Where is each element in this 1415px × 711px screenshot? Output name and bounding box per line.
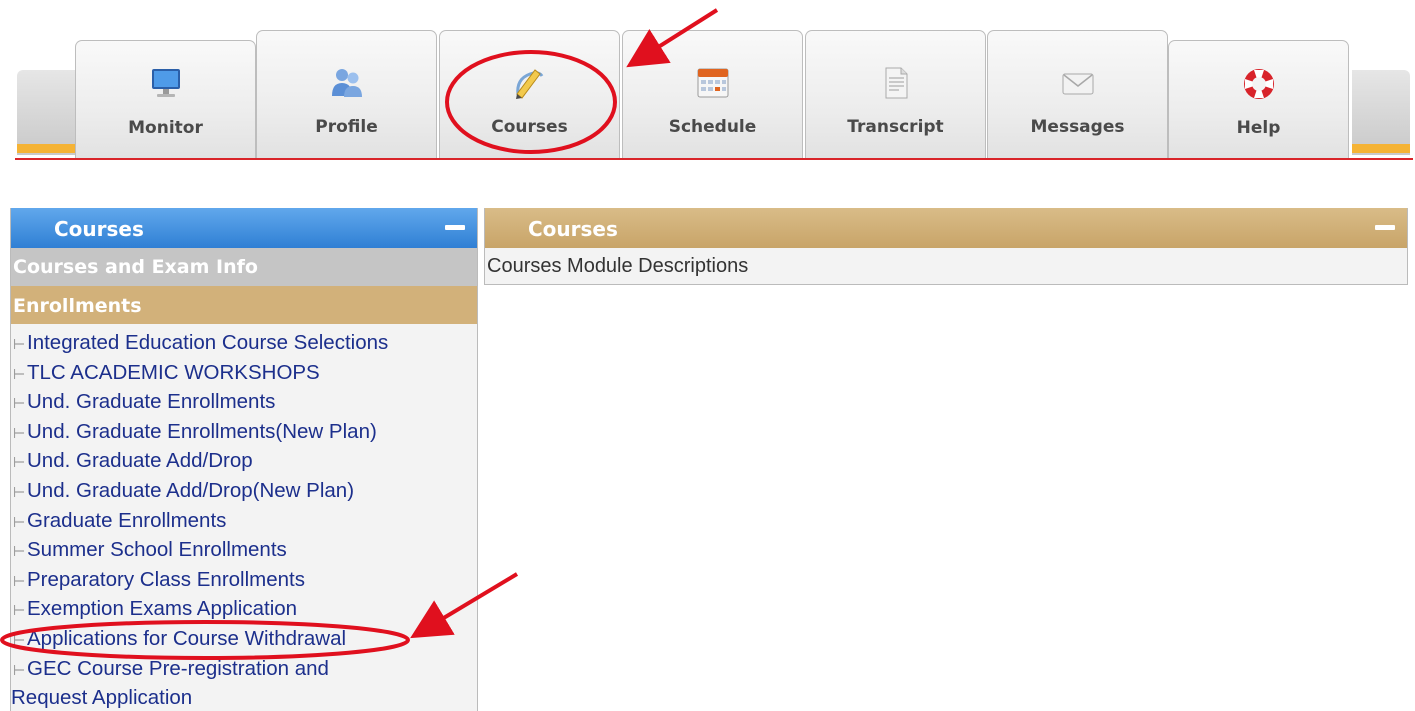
sidebar-title: Courses (54, 217, 144, 241)
tab-help[interactable]: Help (1168, 40, 1349, 158)
courses-sidebar: Courses Courses and Exam Info Enrollment… (10, 208, 478, 711)
tree-branch-icon: ⊢ (13, 631, 26, 648)
tree-branch-icon: ⊢ (13, 483, 26, 500)
courses-module-descriptions-link[interactable]: Courses Module Descriptions (485, 248, 1407, 284)
tab-schedule-label: Schedule (668, 117, 757, 137)
tree-branch-icon: ⊢ (13, 602, 26, 619)
tree-branch-icon: ⊢ (13, 365, 26, 382)
collapse-icon[interactable] (1375, 225, 1395, 230)
envelope-icon (1062, 73, 1093, 95)
list-item[interactable]: ⊢Integrated Education Course Selections (13, 328, 477, 358)
pencil-protractor-icon (515, 69, 543, 99)
list-item[interactable]: ⊢Und. Graduate Add/Drop(New Plan) (13, 476, 477, 506)
tab-profile-label: Profile (315, 117, 378, 137)
users-icon (331, 69, 362, 97)
list-item[interactable]: ⊢Und. Graduate Add/Drop (13, 446, 477, 476)
main-tab-bar: Monitor Profile Courses Schedule Transcr… (0, 0, 1415, 170)
content-title: Courses (528, 217, 618, 241)
tab-messages[interactable]: Messages (987, 30, 1168, 158)
tab-monitor-label: Monitor (128, 118, 203, 138)
tab-bar-left-cap (17, 70, 79, 155)
tab-bar-divider (15, 158, 1413, 160)
list-item[interactable]: ⊢GEC Course Pre-registration and (13, 654, 477, 684)
tab-courses[interactable]: Courses (439, 30, 620, 158)
list-item[interactable]: ⊢Und. Graduate Enrollments(New Plan) (13, 417, 477, 447)
sidebar-header: Courses (11, 208, 477, 248)
tree-branch-icon: ⊢ (13, 454, 26, 471)
tab-profile[interactable]: Profile (256, 30, 437, 158)
tree-branch-icon: ⊢ (13, 395, 26, 412)
list-item[interactable]: ⊢TLC ACADEMIC WORKSHOPS (13, 358, 477, 388)
list-item[interactable]: ⊢Summer School Enrollments (13, 535, 477, 565)
list-item[interactable]: Request Application (11, 683, 477, 711)
tree-branch-icon: ⊢ (13, 543, 26, 560)
tab-courses-label: Courses (491, 117, 568, 137)
collapse-icon[interactable] (445, 225, 465, 230)
tree-branch-icon: ⊢ (13, 336, 26, 352)
list-item[interactable]: ⊢Preparatory Class Enrollments (13, 565, 477, 595)
section-enrollments[interactable]: Enrollments (11, 286, 477, 324)
content-header: Courses (485, 208, 1407, 248)
tab-help-label: Help (1236, 118, 1281, 138)
calendar-icon (697, 68, 728, 98)
document-icon (885, 67, 907, 99)
tree-branch-icon: ⊢ (13, 661, 26, 678)
tab-schedule[interactable]: Schedule (622, 30, 803, 158)
tab-messages-label: Messages (1030, 117, 1125, 137)
tab-monitor[interactable]: Monitor (75, 40, 256, 158)
enrollments-list: ⊢Integrated Education Course Selections … (11, 324, 477, 711)
tab-transcript-label: Transcript (847, 117, 944, 137)
list-item[interactable]: ⊢Exemption Exams Application (13, 594, 477, 624)
tab-bar-right-cap (1352, 70, 1410, 155)
list-item[interactable]: ⊢Applications for Course Withdrawal (13, 624, 477, 654)
section-courses-and-exam-info[interactable]: Courses and Exam Info (11, 248, 477, 286)
tree-branch-icon: ⊢ (13, 513, 26, 530)
list-item[interactable]: ⊢Graduate Enrollments (13, 506, 477, 536)
tree-branch-icon: ⊢ (13, 424, 26, 441)
tree-branch-icon: ⊢ (13, 572, 26, 589)
tab-transcript[interactable]: Transcript (805, 30, 986, 158)
monitor-icon (151, 69, 180, 97)
list-item[interactable]: ⊢Und. Graduate Enrollments (13, 387, 477, 417)
courses-content-panel: Courses Courses Module Descriptions (484, 208, 1408, 285)
lifebuoy-icon (1243, 69, 1274, 99)
